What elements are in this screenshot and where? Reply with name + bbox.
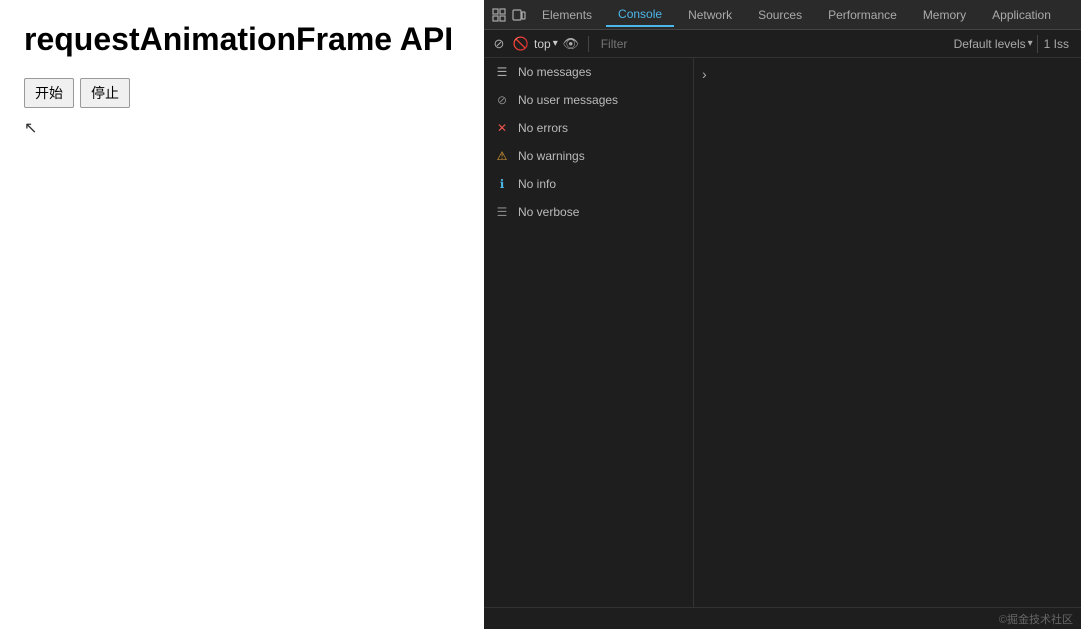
cursor-indicator: ↖ xyxy=(24,118,460,138)
filter-warnings[interactable]: ⚠ No warnings xyxy=(484,142,693,170)
toolbar-divider xyxy=(588,36,589,52)
info-label: No info xyxy=(518,177,556,191)
tab-elements[interactable]: Elements xyxy=(530,4,604,26)
errors-label: No errors xyxy=(518,121,568,135)
issue-badge: 1 Iss xyxy=(1037,35,1075,53)
console-toolbar: ⊘ 🚫 top ▾ 👁 Default levels ▾ 1 Iss xyxy=(484,30,1081,58)
stop-button[interactable]: 停止 xyxy=(80,78,130,108)
chevron-right-icon[interactable]: › xyxy=(702,66,707,82)
start-button[interactable]: 开始 xyxy=(24,78,74,108)
console-main: ☰ No messages ⊘ No user messages ✕ No er… xyxy=(484,58,1081,607)
eye-icon[interactable]: 👁 xyxy=(562,35,580,53)
filter-verbose[interactable]: ☰ No verbose xyxy=(484,198,693,226)
filter-input[interactable] xyxy=(597,35,950,53)
console-output: › xyxy=(694,58,1081,607)
tab-application[interactable]: Application xyxy=(980,4,1063,26)
devtools-panel: Elements Console Network Sources Perform… xyxy=(484,0,1081,629)
context-label: top xyxy=(534,37,551,51)
left-panel: requestAnimationFrame API 开始 停止 ↖ xyxy=(0,0,484,629)
tab-sources[interactable]: Sources xyxy=(746,4,814,26)
messages-label: No messages xyxy=(518,65,591,79)
devtools-bottom-bar: ©掘金技术社区 xyxy=(484,607,1081,629)
error-icon: ✕ xyxy=(494,120,510,136)
tab-memory[interactable]: Memory xyxy=(911,4,978,26)
default-levels-button[interactable]: Default levels ▾ xyxy=(954,37,1033,51)
button-row: 开始 停止 xyxy=(24,78,460,108)
filter-errors[interactable]: ✕ No errors xyxy=(484,114,693,142)
devtools-tabbar: Elements Console Network Sources Perform… xyxy=(484,0,1081,30)
context-dropdown[interactable]: top ▾ xyxy=(534,37,558,51)
inspect-icon[interactable] xyxy=(490,6,508,24)
branding-text: ©掘金技术社区 xyxy=(999,611,1073,627)
user-messages-label: No user messages xyxy=(518,93,618,107)
tab-network[interactable]: Network xyxy=(676,4,744,26)
device-toggle-icon[interactable] xyxy=(510,6,528,24)
chevron-down-icon: ▾ xyxy=(553,38,558,49)
verbose-label: No verbose xyxy=(518,205,579,219)
clear-console-icon[interactable]: 🚫 xyxy=(512,35,530,53)
tab-console[interactable]: Console xyxy=(606,3,674,27)
console-filter-list: ☰ No messages ⊘ No user messages ✕ No er… xyxy=(484,58,694,607)
filter-info[interactable]: ℹ No info xyxy=(484,170,693,198)
filter-messages[interactable]: ☰ No messages xyxy=(484,58,693,86)
chevron-down-icon-2: ▾ xyxy=(1028,38,1033,49)
verbose-icon: ☰ xyxy=(494,204,510,220)
default-levels-label: Default levels xyxy=(954,37,1026,51)
user-messages-icon: ⊘ xyxy=(494,92,510,108)
messages-icon: ☰ xyxy=(494,64,510,80)
warnings-label: No warnings xyxy=(518,149,585,163)
page-title: requestAnimationFrame API xyxy=(24,20,460,58)
warning-icon: ⚠ xyxy=(494,148,510,164)
ban-icon[interactable]: ⊘ xyxy=(490,35,508,53)
info-icon: ℹ xyxy=(494,176,510,192)
tab-performance[interactable]: Performance xyxy=(816,4,909,26)
filter-user-messages[interactable]: ⊘ No user messages xyxy=(484,86,693,114)
